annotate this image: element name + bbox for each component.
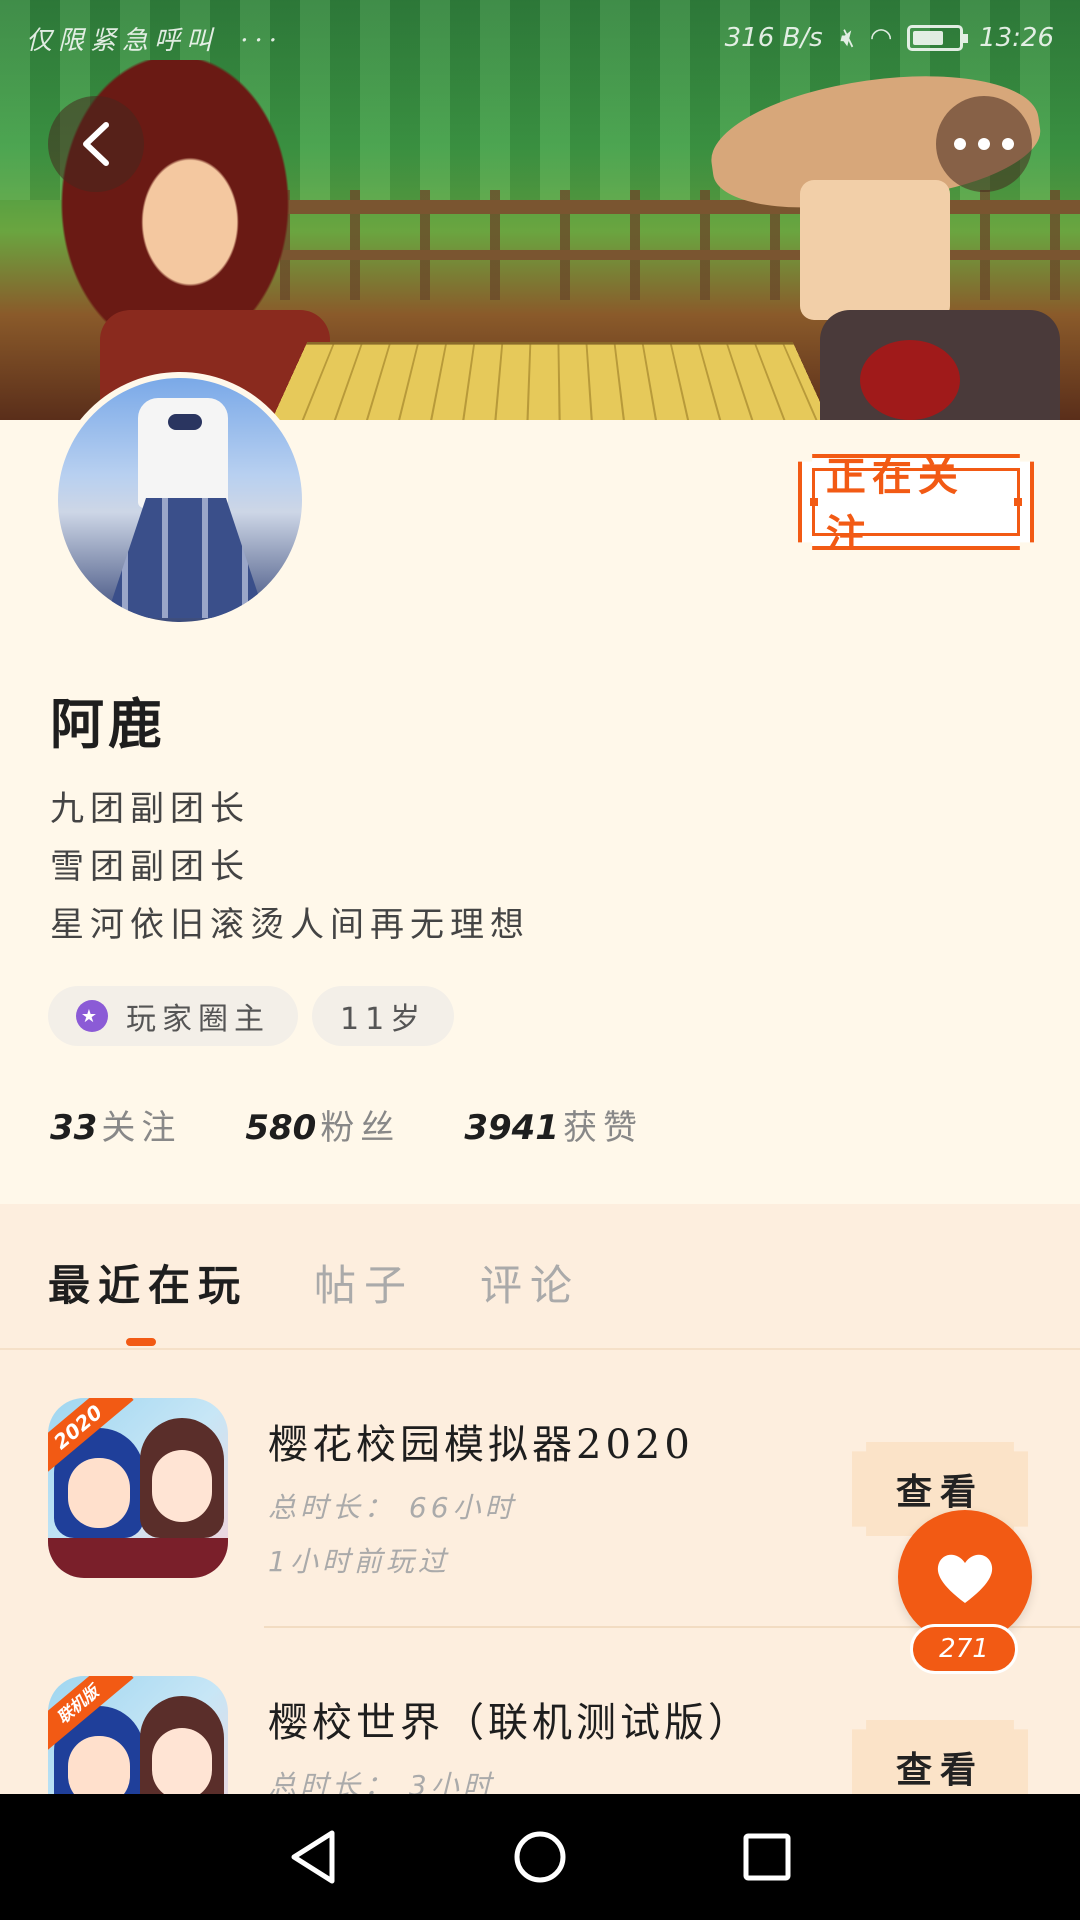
circle-home-icon bbox=[514, 1831, 566, 1883]
clock: 13:26 bbox=[979, 23, 1054, 53]
stat-followers[interactable]: 580 粉丝 bbox=[245, 1100, 400, 1149]
game-title: 樱校世界（联机测试版） bbox=[268, 1700, 752, 1746]
stat-value: 33 bbox=[50, 1108, 98, 1148]
stat-following[interactable]: 33 关注 bbox=[50, 1100, 181, 1149]
tag-label: 11岁 bbox=[340, 1002, 427, 1037]
triangle-back-icon bbox=[291, 1830, 335, 1884]
stat-likes: 3941 获赞 bbox=[464, 1100, 643, 1149]
following-label: 正在关注 bbox=[825, 454, 964, 558]
system-nav-bar bbox=[0, 1794, 1080, 1920]
game-duration: 总时长： 66小时 bbox=[268, 1491, 517, 1524]
nickname: 阿鹿 bbox=[50, 692, 166, 756]
tab-bar: 最近在玩 帖子 评论 bbox=[48, 1252, 580, 1313]
tag-player-circle-owner[interactable]: ★ 玩家圈主 bbox=[48, 986, 298, 1046]
bio-line: 九团副团长 bbox=[50, 789, 250, 829]
battery-icon bbox=[907, 25, 969, 51]
notification-icons: ··· bbox=[240, 25, 284, 56]
bio-line: 雪团副团长 bbox=[50, 847, 250, 887]
bio: 九团副团长 雪团副团长 星河依旧滚烫人间再无理想 bbox=[50, 780, 530, 954]
game-last-played: 1小时前玩过 bbox=[268, 1545, 450, 1578]
nav-recents-button[interactable] bbox=[737, 1827, 797, 1887]
tab-posts[interactable]: 帖子 bbox=[314, 1252, 414, 1313]
following-button[interactable]: 正在关注 bbox=[798, 454, 1034, 550]
star-badge-icon: ★ bbox=[76, 1000, 108, 1032]
chevron-left-icon bbox=[83, 122, 109, 166]
network-speed: 316 B/s bbox=[724, 23, 823, 53]
square-recents-icon bbox=[743, 1833, 791, 1881]
active-tab-indicator bbox=[126, 1338, 156, 1346]
divider bbox=[0, 1348, 1080, 1350]
more-button[interactable] bbox=[936, 96, 1032, 192]
like-count: 271 bbox=[910, 1624, 1018, 1674]
stat-value: 3941 bbox=[464, 1108, 559, 1148]
status-bar: 仅限紧急呼叫 ··· 316 B/s 🔇︎ ◠ 13:26 bbox=[0, 0, 1080, 76]
profile-tags: ★ 玩家圈主 11岁 bbox=[48, 986, 455, 1046]
mute-icon: 🔇︎ bbox=[838, 22, 856, 53]
game-icon[interactable]: 2020 bbox=[48, 1398, 228, 1578]
stat-label: 获赞 bbox=[562, 1108, 643, 1148]
bio-line: 星河依旧滚烫人间再无理想 bbox=[50, 905, 530, 945]
more-horizontal-icon bbox=[954, 138, 1014, 150]
tag-label: 玩家圈主 bbox=[126, 1002, 270, 1037]
tab-comments[interactable]: 评论 bbox=[480, 1252, 580, 1313]
avatar[interactable] bbox=[52, 372, 308, 628]
tag-age: 11岁 bbox=[312, 986, 455, 1046]
stat-label: 关注 bbox=[101, 1108, 182, 1148]
stat-value: 580 bbox=[245, 1108, 317, 1148]
back-button[interactable] bbox=[48, 96, 144, 192]
tab-recently-played[interactable]: 最近在玩 bbox=[48, 1252, 248, 1313]
heart-icon bbox=[937, 1554, 993, 1603]
nav-home-button[interactable] bbox=[510, 1827, 570, 1887]
stat-label: 粉丝 bbox=[320, 1108, 401, 1148]
nav-back-button[interactable] bbox=[283, 1827, 343, 1887]
emergency-call-text: 仅限紧急呼叫 bbox=[26, 25, 219, 56]
wifi-icon: ◠ bbox=[871, 23, 892, 53]
profile-stats: 33 关注 580 粉丝 3941 获赞 bbox=[50, 1100, 643, 1149]
game-title: 樱花校园模拟器2020 bbox=[268, 1422, 694, 1468]
